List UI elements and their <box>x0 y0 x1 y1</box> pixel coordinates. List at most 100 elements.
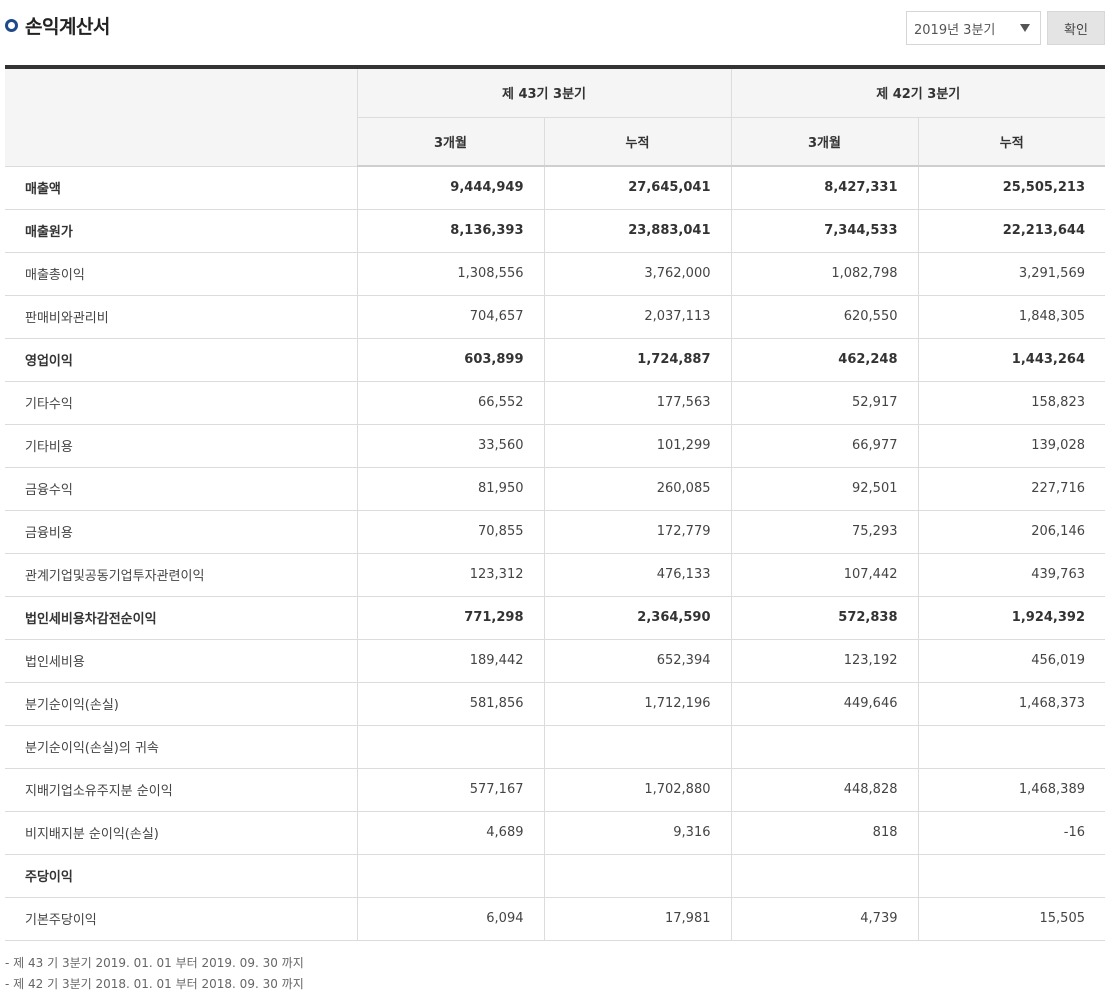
row-value: 1,848,305 <box>917 294 1105 339</box>
row-value: 4,739 <box>730 896 919 941</box>
table-row: 법인세비용 189,442 652,394 123,192 456,019 <box>5 638 1105 683</box>
row-value: 818 <box>730 810 919 855</box>
row-value: 704,657 <box>356 294 545 339</box>
row-value: 462,248 <box>730 337 919 382</box>
table-row: 영업이익 603,899 1,724,887 462,248 1,443,264 <box>5 337 1105 382</box>
row-value: 771,298 <box>356 595 545 640</box>
row-value: 66,552 <box>356 380 545 425</box>
row-value: 101,299 <box>543 423 732 468</box>
row-value: 4,689 <box>356 810 545 855</box>
row-value: 572,838 <box>730 595 919 640</box>
row-value: 9,444,949 <box>356 165 545 210</box>
row-value: 172,779 <box>543 509 732 554</box>
row-value <box>356 724 545 769</box>
row-value: 2,037,113 <box>543 294 732 339</box>
row-value: 260,085 <box>543 466 732 511</box>
row-value: 1,468,389 <box>917 767 1105 812</box>
row-value: 139,028 <box>917 423 1105 468</box>
row-value: 92,501 <box>730 466 919 511</box>
row-label: 기타비용 <box>5 423 358 468</box>
sub-header: 3개월 <box>356 116 545 167</box>
row-label: 금융비용 <box>5 509 358 554</box>
table-row: 비지배지분 순이익(손실) 4,689 9,316 818 -16 <box>5 810 1105 855</box>
row-value: 2,364,590 <box>543 595 732 640</box>
row-value: 439,763 <box>917 552 1105 597</box>
row-value <box>730 853 919 898</box>
row-label: 기타수익 <box>5 380 358 425</box>
row-value: 1,468,373 <box>917 681 1105 726</box>
row-value: 66,977 <box>730 423 919 468</box>
row-value <box>356 853 545 898</box>
table-row: 매출총이익 1,308,556 3,762,000 1,082,798 3,291,56… <box>5 251 1105 296</box>
row-value: 123,312 <box>356 552 545 597</box>
row-value <box>730 724 919 769</box>
row-label: 금융수익 <box>5 466 358 511</box>
row-value: 17,981 <box>543 896 732 941</box>
sub-header: 누적 <box>917 116 1105 167</box>
confirm-button[interactable]: 확인 <box>1047 11 1105 45</box>
row-value: 1,702,880 <box>543 767 732 812</box>
header-row-groups: 제 43기 3분기 제 42기 3분기 <box>5 66 1105 167</box>
row-label: 기본주당이익 <box>5 896 358 941</box>
title-wrap: 손익계산서 <box>5 12 110 39</box>
table-row: 금융수익 81,950 260,085 92,501 227,716 <box>5 466 1105 511</box>
row-value: 1,724,887 <box>543 337 732 382</box>
group-header: 제 43기 3분기 <box>356 66 732 118</box>
row-value: 8,427,331 <box>730 165 919 210</box>
row-value: 603,899 <box>356 337 545 382</box>
table-row: 판매비와관리비 704,657 2,037,113 620,550 1,848,305 <box>5 294 1105 339</box>
row-value: 652,394 <box>543 638 732 683</box>
row-value: 123,192 <box>730 638 919 683</box>
table-row: 법인세비용차감전순이익 771,298 2,364,590 572,838 1,924,… <box>5 595 1105 640</box>
row-value: 1,712,196 <box>543 681 732 726</box>
row-value: 456,019 <box>917 638 1105 683</box>
page-header: 손익계산서 2019년 3분기 확인 <box>0 0 1105 50</box>
table-row: 분기순이익(손실)의 귀속 <box>5 724 1105 769</box>
row-value: 6,094 <box>356 896 545 941</box>
page-title: 손익계산서 <box>25 16 110 38</box>
row-label: 지배기업소유주지분 순이익 <box>5 767 358 812</box>
income-statement-table-wrap: 제 43기 3분기 제 42기 3분기 3개월 누적 3개월 누적 매출액 9,4… <box>5 65 1105 941</box>
table-row: 기타수익 66,552 177,563 52,917 158,823 <box>5 380 1105 425</box>
row-value: 476,133 <box>543 552 732 597</box>
period-select[interactable]: 2019년 3분기 <box>906 11 1041 45</box>
row-label: 비지배지분 순이익(손실) <box>5 810 358 855</box>
table-row: 매출원가 8,136,393 23,883,041 7,344,533 22,213,6… <box>5 208 1105 253</box>
row-value <box>543 853 732 898</box>
corner-header <box>5 66 358 167</box>
row-value: 81,950 <box>356 466 545 511</box>
sub-header: 3개월 <box>730 116 919 167</box>
row-label: 판매비와관리비 <box>5 294 358 339</box>
row-label: 영업이익 <box>5 337 358 382</box>
row-value: 22,213,644 <box>917 208 1105 253</box>
row-value: 3,291,569 <box>917 251 1105 296</box>
row-label: 법인세비용차감전순이익 <box>5 595 358 640</box>
row-value: 158,823 <box>917 380 1105 425</box>
row-value: 581,856 <box>356 681 545 726</box>
table-row: 기타비용 33,560 101,299 66,977 139,028 <box>5 423 1105 468</box>
row-value: 52,917 <box>730 380 919 425</box>
row-value: 1,924,392 <box>917 595 1105 640</box>
row-value: 1,082,798 <box>730 251 919 296</box>
row-value: 449,646 <box>730 681 919 726</box>
row-value: 25,505,213 <box>917 165 1105 210</box>
row-value: 7,344,533 <box>730 208 919 253</box>
row-value: 177,563 <box>543 380 732 425</box>
table-row: 주당이익 <box>5 853 1105 898</box>
row-label: 매출원가 <box>5 208 358 253</box>
row-value: 107,442 <box>730 552 919 597</box>
row-value: 1,443,264 <box>917 337 1105 382</box>
row-label: 분기순이익(손실)의 귀속 <box>5 724 358 769</box>
footnote: - 제 43 기 3분기 2019. 01. 01 부터 2019. 09. 3… <box>5 956 304 970</box>
row-value: 448,828 <box>730 767 919 812</box>
row-value: 3,762,000 <box>543 251 732 296</box>
row-value: 75,293 <box>730 509 919 554</box>
row-value: 27,645,041 <box>543 165 732 210</box>
table-row: 분기순이익(손실) 581,856 1,712,196 449,646 1,468,37… <box>5 681 1105 726</box>
row-value: 8,136,393 <box>356 208 545 253</box>
circle-bullet-icon <box>5 19 18 32</box>
group-header: 제 42기 3분기 <box>730 66 1105 118</box>
row-value: 9,316 <box>543 810 732 855</box>
table-body: 매출액 9,444,949 27,645,041 8,427,331 25,505,21… <box>5 165 1105 941</box>
sub-header: 누적 <box>543 116 732 167</box>
